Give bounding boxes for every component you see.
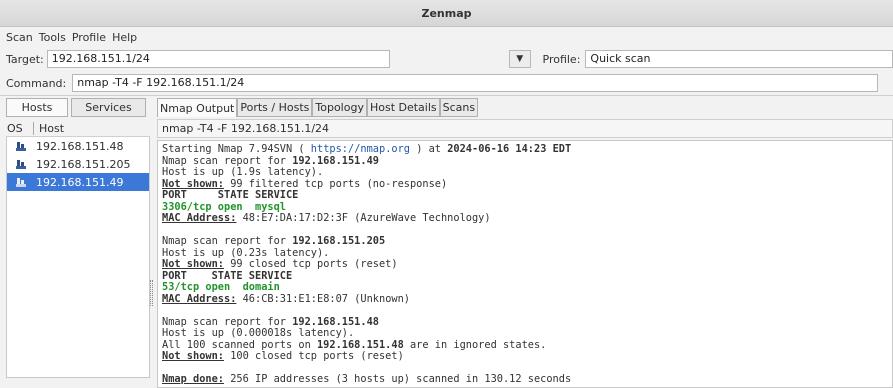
mac-address-value: 46:CB:31:E1:E8:07 (Unknown) xyxy=(236,292,410,305)
not-shown-text: 100 closed tcp ports (reset) xyxy=(224,350,404,362)
target-input[interactable]: 192.168.151.1/24 xyxy=(46,50,390,68)
host-up-line: Host is up (0.23s latency). xyxy=(162,246,330,259)
target-dropdown-button[interactable]: ▼ xyxy=(508,50,531,68)
profile-label: Profile: xyxy=(542,52,581,66)
report-heading: Nmap scan report for xyxy=(162,315,293,328)
report-heading: Nmap scan report for xyxy=(162,154,293,167)
host-row[interactable]: 192.168.151.205 xyxy=(7,155,149,173)
hosts-services-tabs: Hosts Services xyxy=(6,98,150,117)
host-ip: 192.168.151.205 xyxy=(36,157,131,171)
target-label: Target: xyxy=(6,52,44,66)
output-panel: Nmap Output Ports / Hosts Topology Host … xyxy=(157,98,893,388)
host-up-line: Host is up (0.000018s latency). xyxy=(162,327,355,339)
nmap-output-text[interactable]: Starting Nmap 7.94SVN ( https://nmap.org… xyxy=(157,140,893,388)
not-shown-text: 99 filtered tcp ports (no-response) xyxy=(224,177,448,190)
profile-input[interactable]: Quick scan xyxy=(585,50,893,68)
title-bar: Zenmap xyxy=(0,0,893,27)
mac-address-label: MAC Address: xyxy=(162,292,237,305)
command-row: Command: nmap -T4 -F 192.168.151.1/24 xyxy=(0,72,893,94)
os-icon xyxy=(16,177,26,187)
output-date: 2024-06-16 14:23 EDT xyxy=(447,143,572,155)
nmap-done-text: 256 IP addresses (3 hosts up) scanned in… xyxy=(224,373,572,385)
toolbar-divider xyxy=(0,95,893,96)
tab-hosts[interactable]: Hosts xyxy=(6,98,68,117)
os-icon xyxy=(16,141,26,151)
column-host[interactable]: Host xyxy=(33,122,64,135)
menu-help[interactable]: Help xyxy=(112,31,137,44)
output-start: Starting Nmap 7.94SVN ( xyxy=(162,143,311,155)
hosts-panel: Hosts Services OS Host 192.168.151.48 19… xyxy=(6,98,150,386)
command-label: Command: xyxy=(6,76,67,90)
port-table-header: PORT STATE SERVICE xyxy=(162,189,299,201)
ignored-states-text: All 100 scanned ports on xyxy=(162,338,317,351)
command-input[interactable]: nmap -T4 -F 192.168.151.1/24 xyxy=(72,74,879,92)
report-ip: 192.168.151.48 xyxy=(292,315,379,328)
not-shown-label: Not shown: xyxy=(162,177,224,190)
menu-scan[interactable]: Scan xyxy=(6,31,33,44)
menu-tools[interactable]: Tools xyxy=(39,31,66,44)
mac-address-label: MAC Address: xyxy=(162,212,237,224)
open-port-line: 53/tcp open domain xyxy=(162,281,280,293)
not-shown-label: Not shown: xyxy=(162,350,224,362)
host-row-selected[interactable]: 192.168.151.49 xyxy=(7,173,149,191)
host-list-header: OS Host xyxy=(6,121,150,137)
menu-profile[interactable]: Profile xyxy=(72,31,106,44)
chevron-down-icon: ▼ xyxy=(516,54,524,64)
host-up-line: Host is up (1.9s latency). xyxy=(162,166,324,178)
output-start-at: ) at xyxy=(410,143,448,155)
ignored-states-tail: are in ignored states. xyxy=(403,338,547,351)
report-ip: 192.168.151.205 xyxy=(292,235,386,247)
host-ip: 192.168.151.49 xyxy=(36,175,124,189)
tab-scans[interactable]: Scans xyxy=(439,98,479,117)
port-table-header: PORT STATE SERVICE xyxy=(162,269,293,282)
host-list: 192.168.151.48 192.168.151.205 192.168.1… xyxy=(6,137,150,378)
tab-nmap-output[interactable]: Nmap Output xyxy=(157,98,238,117)
not-shown-text: 99 closed tcp ports (reset) xyxy=(224,258,398,270)
nmap-url-link[interactable]: https://nmap.org xyxy=(311,143,410,155)
report-ip: 192.168.151.49 xyxy=(292,154,379,167)
output-tabs: Nmap Output Ports / Hosts Topology Host … xyxy=(157,98,893,117)
os-icon xyxy=(16,159,26,169)
column-os[interactable]: OS xyxy=(6,122,33,135)
host-ip: 192.168.151.48 xyxy=(36,139,124,153)
host-row[interactable]: 192.168.151.48 xyxy=(7,137,149,155)
tab-services[interactable]: Services xyxy=(71,98,146,117)
window-title: Zenmap xyxy=(421,6,472,20)
ignored-states-ip: 192.168.151.48 xyxy=(316,338,404,351)
mac-address-value: 48:E7:DA:17:D2:3F (AzureWave Technology) xyxy=(236,212,491,224)
tab-host-details[interactable]: Host Details xyxy=(366,98,440,117)
not-shown-label: Not shown: xyxy=(162,258,224,270)
output-command-label: nmap -T4 -F 192.168.151.1/24 xyxy=(157,119,893,138)
tab-ports-hosts[interactable]: Ports / Hosts xyxy=(237,98,313,117)
menu-bar: Scan Tools Profile Help xyxy=(0,27,893,47)
tab-topology[interactable]: Topology xyxy=(312,98,367,117)
report-heading: Nmap scan report for xyxy=(162,235,293,247)
pane-splitter-handle[interactable] xyxy=(150,280,153,306)
nmap-done-label: Nmap done: xyxy=(162,373,224,385)
open-port-line: 3306/tcp open mysql xyxy=(162,200,286,213)
target-row: Target: 192.168.151.1/24 ▼ Profile: Quic… xyxy=(0,48,893,70)
